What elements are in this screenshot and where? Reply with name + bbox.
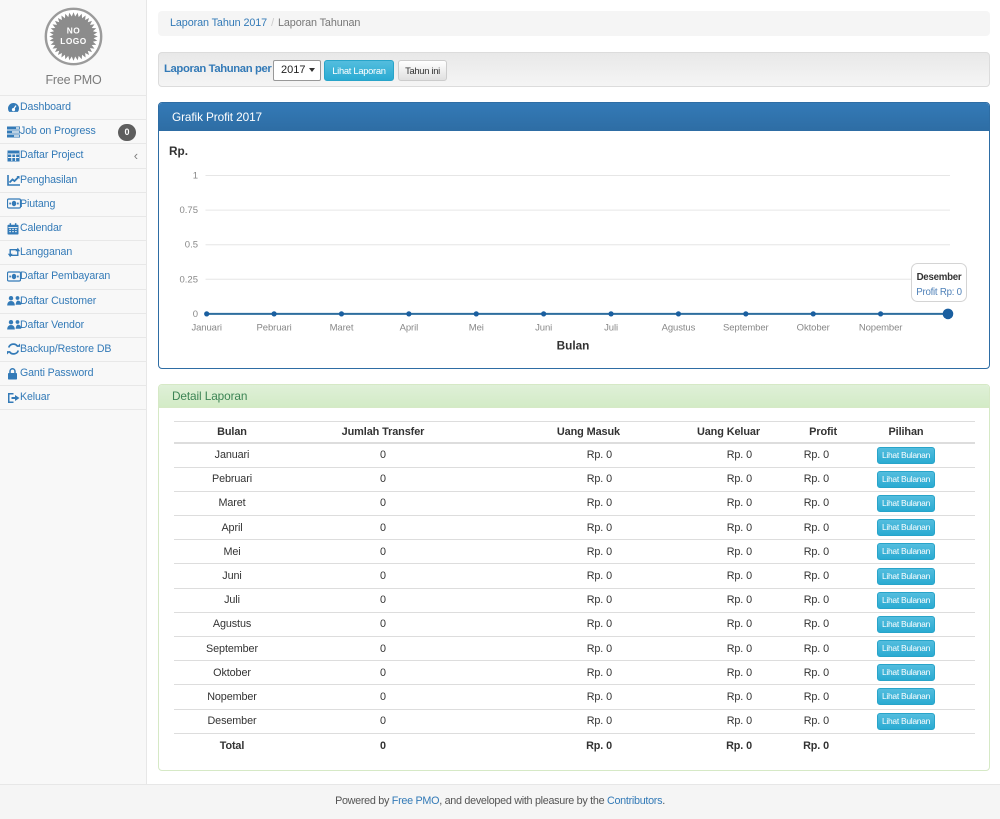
svg-text:0.5: 0.5 — [185, 240, 198, 251]
svg-text:Nopember: Nopember — [859, 323, 903, 334]
svg-text:Agustus: Agustus — [662, 323, 696, 334]
svg-text:0.75: 0.75 — [180, 205, 199, 216]
svg-text:0.25: 0.25 — [180, 274, 199, 285]
svg-text:Juni: Juni — [535, 323, 552, 334]
svg-text:Rp.: Rp. — [169, 144, 188, 158]
svg-text:Pebruari: Pebruari — [257, 323, 292, 334]
svg-text:NO: NO — [67, 25, 81, 35]
svg-text:Profit Rp: 0: Profit Rp: 0 — [916, 287, 962, 298]
svg-text:LOGO: LOGO — [60, 36, 87, 46]
svg-text:April: April — [400, 323, 419, 334]
svg-text:Desember: Desember — [917, 272, 962, 283]
svg-text:Januari: Januari — [191, 323, 221, 334]
svg-text:Bulan: Bulan — [557, 339, 590, 353]
svg-text:Juli: Juli — [604, 323, 618, 334]
svg-text:Oktober: Oktober — [797, 323, 830, 334]
svg-text:September: September — [723, 323, 769, 334]
svg-text:0: 0 — [193, 309, 198, 320]
svg-text:Mei: Mei — [469, 323, 484, 334]
svg-text:1: 1 — [193, 171, 198, 182]
svg-text:Maret: Maret — [330, 323, 354, 334]
